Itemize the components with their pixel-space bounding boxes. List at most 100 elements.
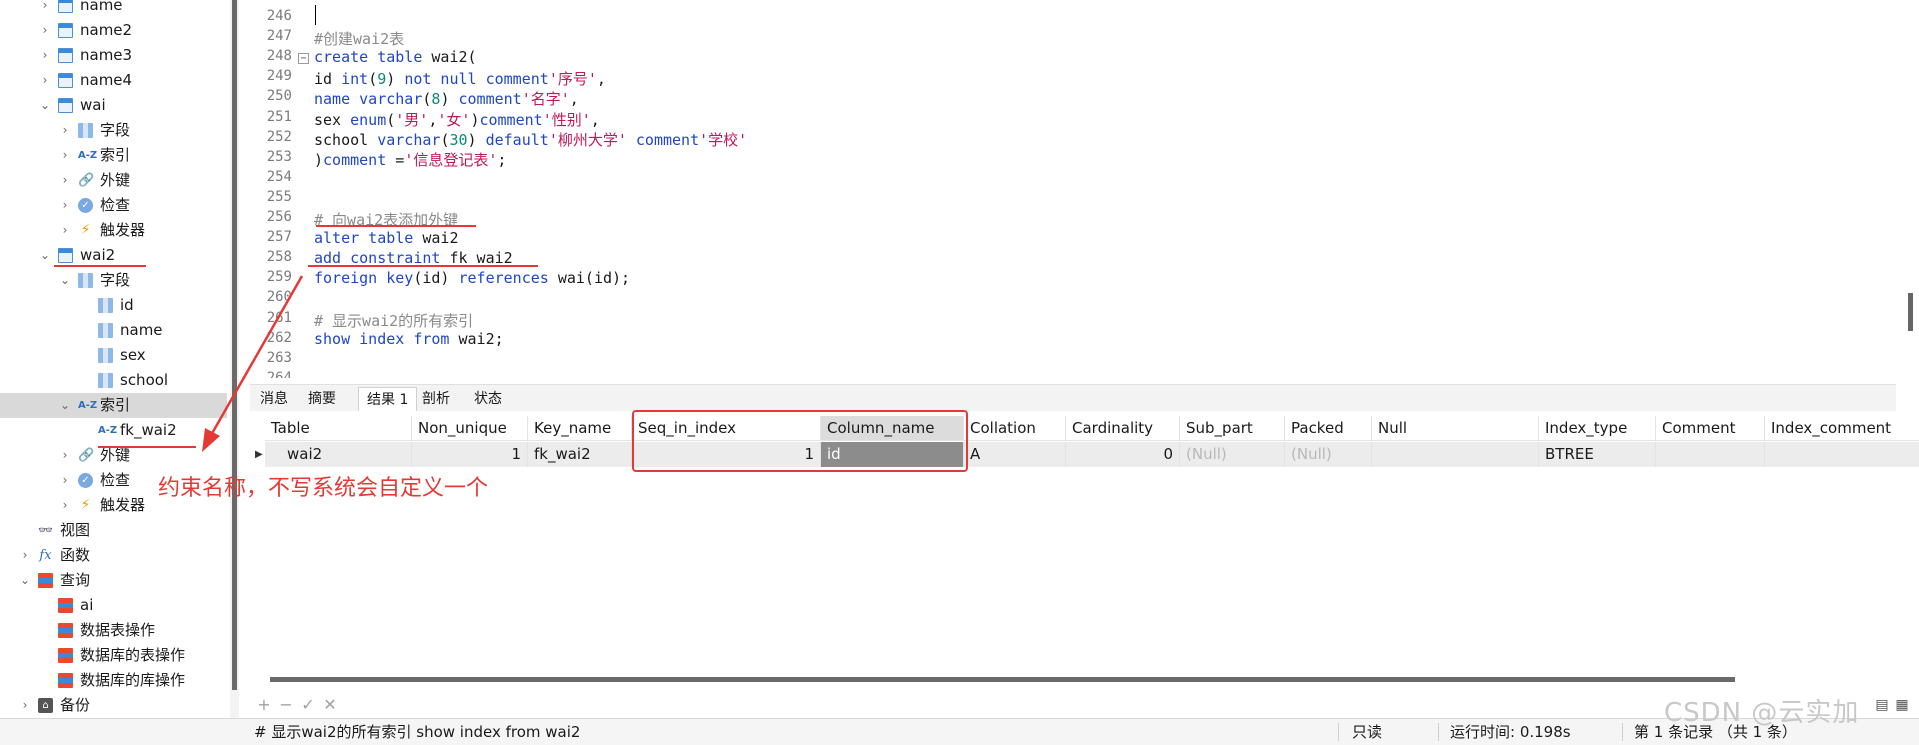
apply-changes-button[interactable]: ✓: [298, 694, 318, 716]
chevron-right-icon[interactable]: ›: [38, 18, 52, 43]
line-number: 262: [266, 329, 292, 346]
tree-item-25[interactable]: ai: [0, 593, 227, 618]
chevron-down-icon[interactable]: ⌄: [38, 93, 52, 118]
cell-null[interactable]: [1372, 442, 1539, 467]
chevron-down-icon[interactable]: ⌄: [58, 393, 72, 418]
tree-item-8[interactable]: › 🔗 外键: [0, 168, 227, 193]
tree-item-24[interactable]: ⌄ 查询: [0, 568, 227, 593]
code-line: foreign key(id) references wai(id);: [314, 269, 631, 288]
chevron-right-icon[interactable]: ›: [58, 143, 72, 168]
tree-item-15[interactable]: sex: [0, 343, 227, 368]
column-header-cardinality[interactable]: Cardinality: [1066, 416, 1180, 441]
chevron-right-icon[interactable]: ›: [58, 218, 72, 243]
cell-table[interactable]: wai2: [265, 442, 412, 467]
column-header-collation[interactable]: Collation: [964, 416, 1066, 441]
chevron-right-icon[interactable]: ›: [38, 43, 52, 68]
chevron-down-icon[interactable]: ⌄: [18, 568, 32, 593]
column-header-comment[interactable]: Comment: [1656, 416, 1765, 441]
chevron-down-icon[interactable]: ⌄: [38, 243, 52, 268]
cell-key-name[interactable]: fk_wai2: [528, 442, 632, 467]
tree-item-5[interactable]: ⌄ wai: [0, 93, 227, 118]
result-grid[interactable]: Table Non_unique Key_name Seq_in_index Colum…: [250, 412, 1919, 682]
tree-item-1[interactable]: › name: [0, 0, 227, 18]
sidebar-splitter[interactable]: [230, 0, 239, 718]
tree-item-17[interactable]: ⌄ A-Z 索引: [0, 393, 227, 418]
cell-non-unique[interactable]: 1: [412, 442, 528, 467]
backup-icon: ⌂: [38, 698, 53, 713]
cell-packed[interactable]: (Null): [1285, 442, 1372, 467]
object-tree[interactable]: › name › name2 › name3 › name4 ⌄ wai › 字段 › A-Z 索引 › 🔗 外键…: [0, 0, 227, 718]
column-header-non-unique[interactable]: Non_unique: [412, 416, 528, 441]
tab-messages[interactable]: 消息: [252, 387, 296, 411]
column-header-table[interactable]: Table: [265, 416, 412, 441]
cell-index-type[interactable]: BTREE: [1539, 442, 1656, 467]
line-number: 252: [266, 128, 292, 145]
chevron-right-icon[interactable]: ›: [58, 168, 72, 193]
chevron-down-icon[interactable]: ⌄: [58, 268, 72, 293]
column-header-index-comment[interactable]: Index_comment: [1765, 416, 1919, 441]
chevron-right-icon[interactable]: ›: [58, 468, 72, 493]
cell-cardinality[interactable]: 0: [1066, 442, 1180, 467]
tree-item-3[interactable]: › name3: [0, 43, 227, 68]
tree-item-23[interactable]: › fx 函数: [0, 543, 227, 568]
tree-item-9[interactable]: › ✓ 检查: [0, 193, 227, 218]
add-row-button[interactable]: +: [254, 694, 274, 716]
tree-item-14[interactable]: name: [0, 318, 227, 343]
column-icon: [98, 348, 113, 363]
tree-item-18[interactable]: A-Z fk_wai2: [0, 418, 227, 443]
query-icon: [58, 623, 73, 638]
tree-item-10[interactable]: › ⚡ 触发器: [0, 218, 227, 243]
sql-editor[interactable]: 245 246 247 #创建wai2表 248−create table wai2(…: [250, 0, 1896, 378]
column-header-sub-part[interactable]: Sub_part: [1180, 416, 1285, 441]
chevron-right-icon[interactable]: ›: [58, 443, 72, 468]
column-header-index-type[interactable]: Index_type: [1539, 416, 1656, 441]
tree-item-28[interactable]: 数据库的库操作: [0, 668, 227, 693]
chevron-right-icon[interactable]: ›: [58, 118, 72, 143]
tree-item-6[interactable]: › 字段: [0, 118, 227, 143]
cell-sub-part[interactable]: (Null): [1180, 442, 1285, 467]
tree-item-22[interactable]: 👓 视图: [0, 518, 227, 543]
tree-item-26[interactable]: 数据表操作: [0, 618, 227, 643]
chevron-right-icon[interactable]: ›: [18, 543, 32, 568]
tree-item-label: 索引: [100, 146, 131, 164]
tree-item-label: 触发器: [100, 221, 146, 239]
discard-changes-button[interactable]: ✕: [320, 694, 340, 716]
column-header-packed[interactable]: Packed: [1285, 416, 1372, 441]
fold-toggle-icon[interactable]: −: [298, 53, 309, 65]
column-header-null[interactable]: Null: [1372, 416, 1539, 441]
tree-item-label: fk_wai2: [120, 421, 177, 439]
grid-view-icon[interactable]: ▤: [1872, 694, 1892, 716]
delete-row-button[interactable]: −: [276, 694, 296, 716]
tab-result-1[interactable]: 结果 1: [358, 387, 418, 411]
editor-scrollbar[interactable]: [1908, 293, 1913, 331]
column-header-key-name[interactable]: Key_name: [528, 416, 632, 441]
chevron-right-icon[interactable]: ›: [58, 493, 72, 518]
chevron-right-icon[interactable]: ›: [18, 693, 32, 718]
line-number: 257: [266, 229, 292, 246]
tab-summary[interactable]: 摘要: [300, 387, 344, 411]
code-line: create table wai2(: [314, 48, 477, 67]
tab-profile[interactable]: 剖析: [414, 387, 458, 411]
form-view-icon[interactable]: ▦: [1892, 694, 1912, 716]
tree-item-4[interactable]: › name4: [0, 68, 227, 93]
line-number: 251: [266, 108, 292, 125]
tree-item-13[interactable]: id: [0, 293, 227, 318]
chevron-right-icon[interactable]: ›: [38, 0, 52, 18]
tree-scrollbar[interactable]: [232, 0, 237, 690]
grid-horizontal-scrollbar[interactable]: [270, 677, 1735, 682]
chevron-right-icon[interactable]: ›: [58, 193, 72, 218]
index-icon: A-Z: [78, 400, 98, 411]
tree-item-7[interactable]: › A-Z 索引: [0, 143, 227, 168]
cell-collation[interactable]: A: [964, 442, 1066, 467]
tree-item-16[interactable]: school: [0, 368, 227, 393]
tab-status[interactable]: 状态: [466, 387, 510, 411]
cell-comment[interactable]: [1656, 442, 1765, 467]
tree-item-29[interactable]: › ⌂ 备份: [0, 693, 227, 718]
tree-item-2[interactable]: › name2: [0, 18, 227, 43]
trigger-icon: ⚡: [80, 222, 91, 238]
chevron-right-icon[interactable]: ›: [38, 68, 52, 93]
tree-item-label: 视图: [60, 521, 91, 539]
tree-item-27[interactable]: 数据库的表操作: [0, 643, 227, 668]
tree-item-12[interactable]: ⌄ 字段: [0, 268, 227, 293]
cell-index-comment[interactable]: [1765, 442, 1919, 467]
